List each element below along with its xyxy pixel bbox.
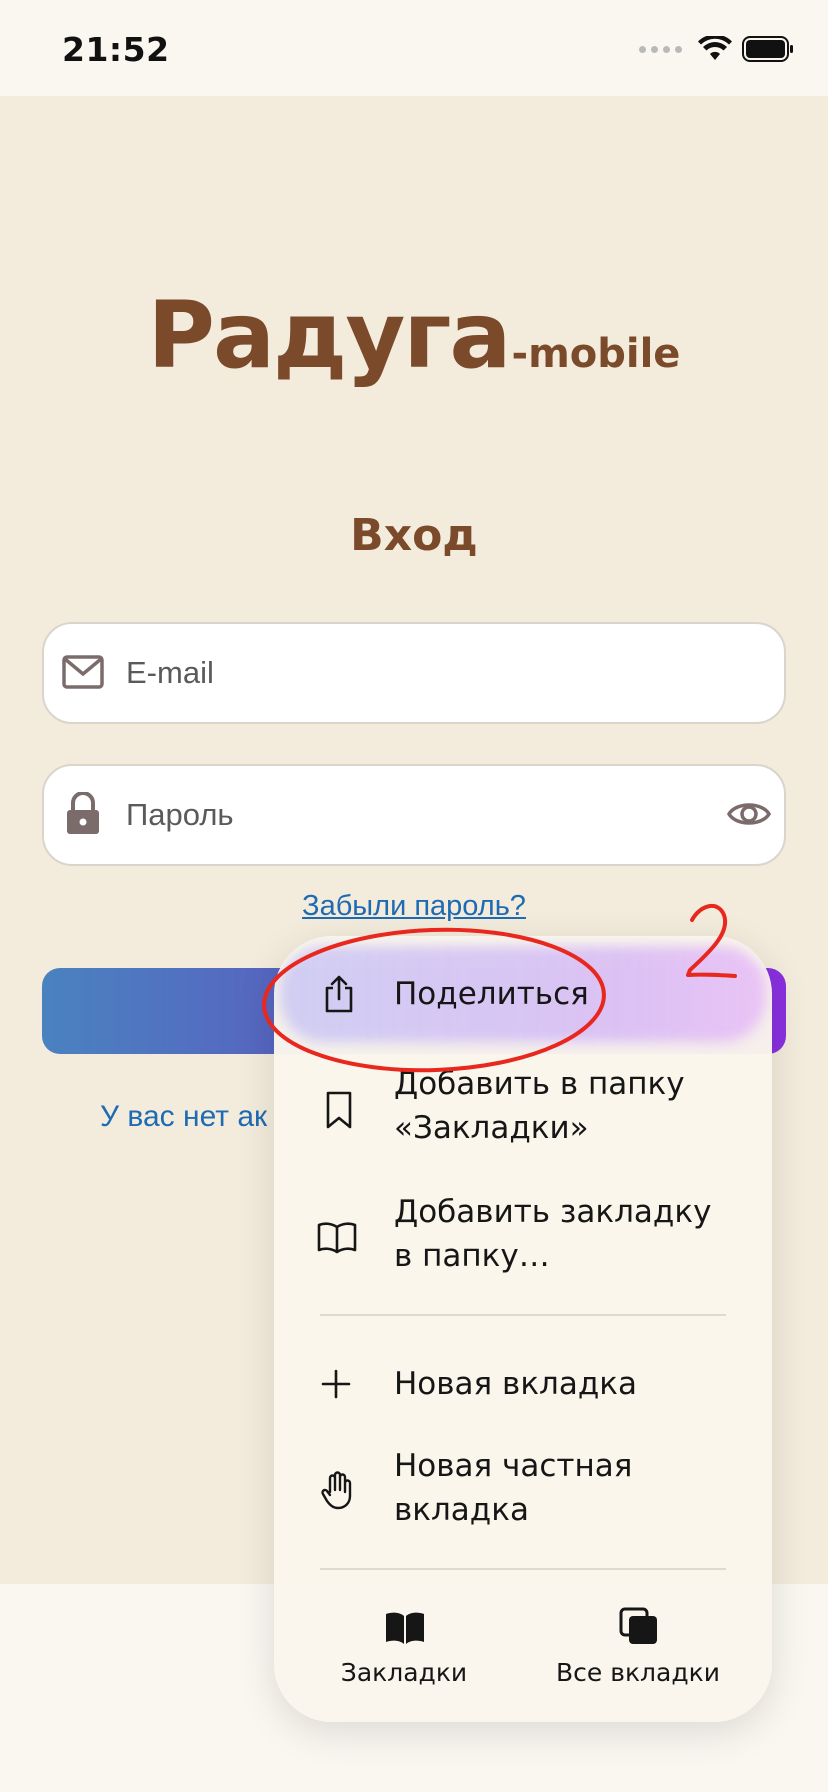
password-input[interactable]	[126, 766, 686, 864]
bookmarks-label: Закладки	[340, 1658, 468, 1687]
all-tabs-button[interactable]: Все вкладки	[528, 1596, 748, 1696]
menu-item-share[interactable]: Поделиться	[274, 946, 772, 1042]
menu-divider	[320, 1568, 726, 1570]
bookmark-icon	[326, 1091, 352, 1129]
logo-suffix-text: -mobile	[511, 331, 681, 377]
page-title: Вход	[350, 510, 478, 561]
bookmarks-button[interactable]: Закладки	[294, 1596, 514, 1696]
signal-icon	[639, 45, 682, 53]
menu-item-label: Новая частная вкладка	[394, 1448, 633, 1528]
menu-item-add-to-bookmarks[interactable]: Добавить в папку «Закладки»	[274, 1054, 772, 1160]
logo-main-text: Радуга	[147, 282, 512, 389]
share-icon	[325, 975, 353, 1013]
menu-item-label: Добавить в папку «Закладки»	[394, 1066, 685, 1146]
status-time: 21:52	[62, 30, 170, 69]
menu-item-add-bookmark-to-folder[interactable]: Добавить закладку в папку…	[274, 1182, 772, 1288]
battery-icon	[742, 36, 793, 62]
lock-icon	[67, 792, 99, 834]
forgot-password-link[interactable]: Забыли пароль?	[0, 890, 828, 923]
plus-icon	[321, 1369, 351, 1399]
all-tabs-icon	[619, 1607, 657, 1644]
browser-context-menu: Поделиться Добавить в папку «Закладки» Д…	[274, 936, 772, 1722]
email-input[interactable]	[126, 624, 686, 722]
menu-item-new-tab[interactable]: Новая вкладка	[274, 1336, 772, 1432]
book-open-icon	[317, 1222, 357, 1254]
wifi-icon	[698, 36, 732, 60]
hand-icon	[321, 1471, 352, 1510]
bookmarks-icon	[386, 1612, 424, 1644]
menu-item-label: Поделиться	[394, 976, 589, 1012]
menu-divider	[320, 1314, 726, 1316]
mail-icon	[62, 655, 104, 689]
email-field-container	[42, 622, 786, 724]
password-field-container	[42, 764, 786, 866]
show-password-icon[interactable]	[726, 796, 772, 832]
menu-item-new-private-tab[interactable]: Новая частная вкладка	[274, 1436, 772, 1542]
app-logo: Радуга-mobile	[0, 282, 828, 389]
all-tabs-label: Все вкладки	[556, 1658, 720, 1687]
status-icons	[639, 36, 794, 62]
menu-item-label: Добавить закладку в папку…	[394, 1194, 712, 1274]
menu-item-label: Новая вкладка	[394, 1366, 638, 1402]
status-bar: 21:52	[0, 0, 828, 96]
register-link[interactable]: У вас нет ак	[100, 1100, 267, 1134]
